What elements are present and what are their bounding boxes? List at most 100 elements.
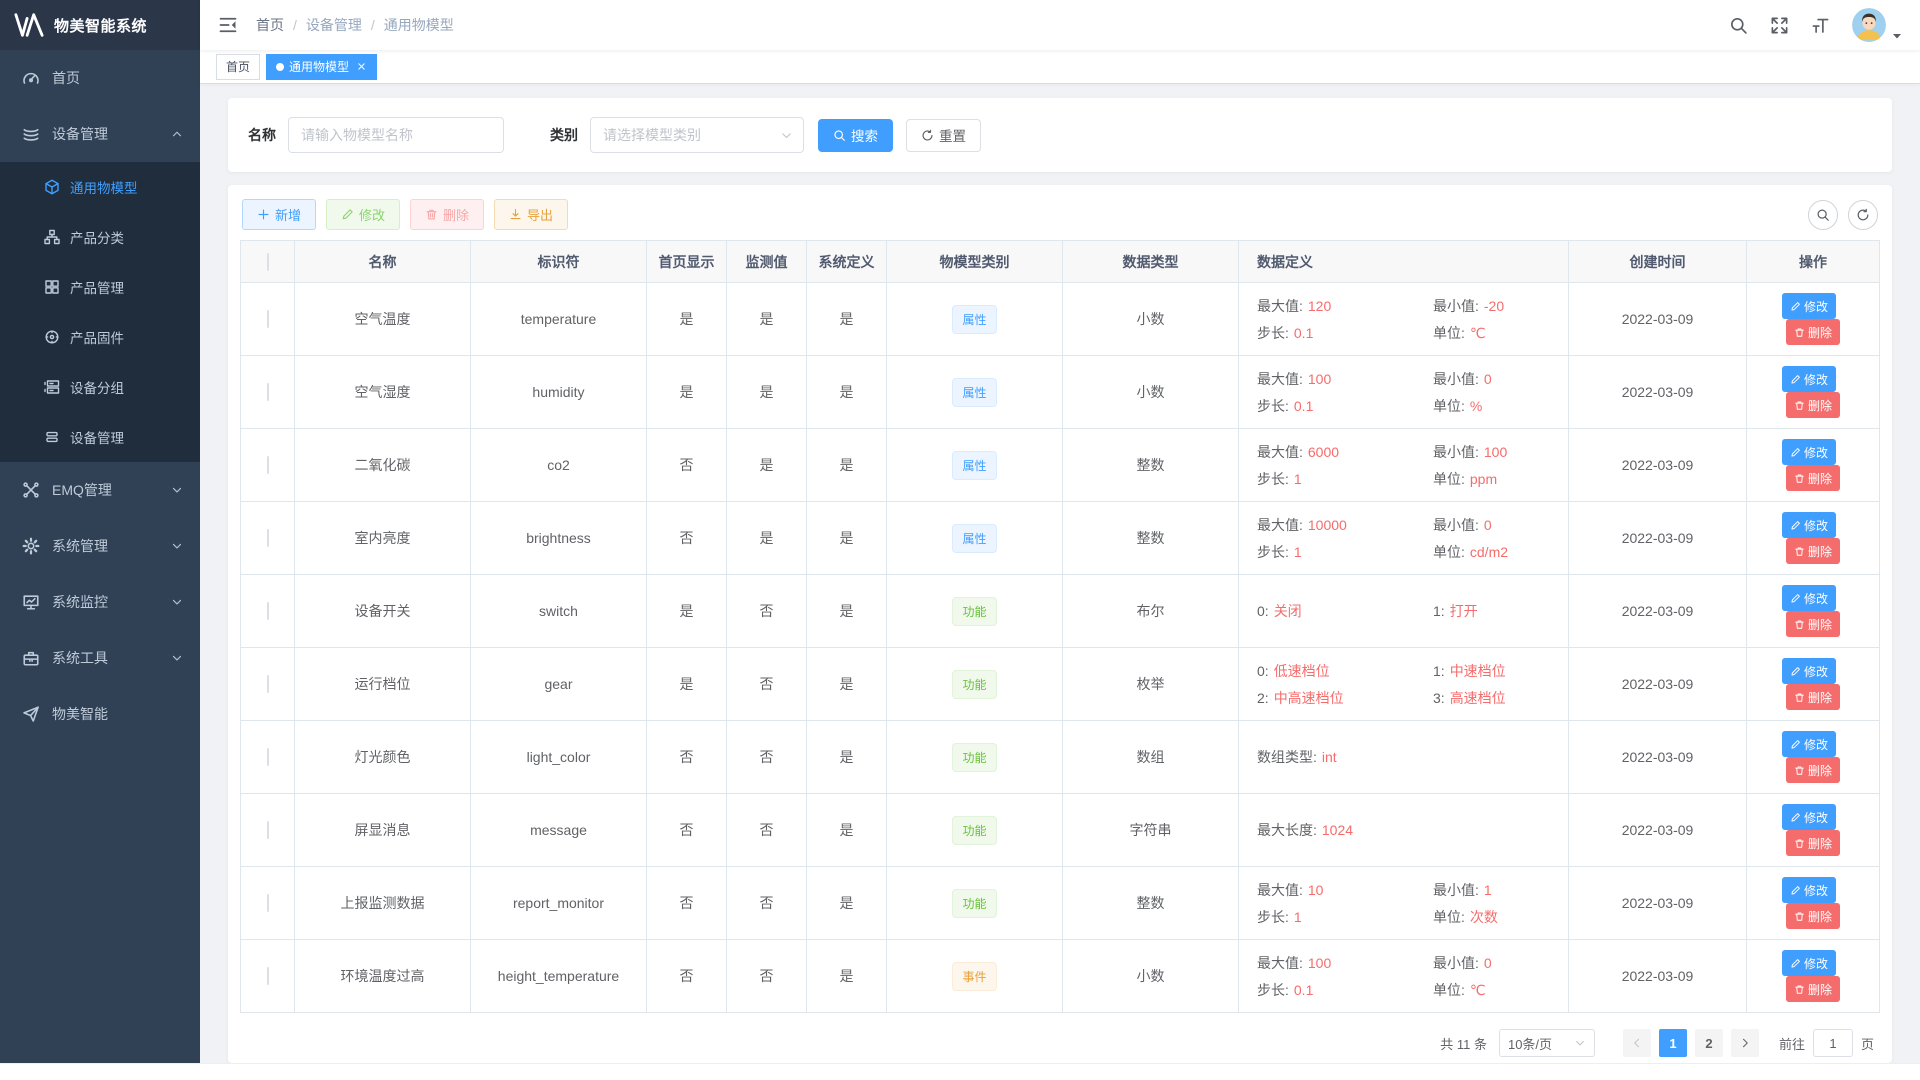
arrow-right-icon bbox=[1739, 1037, 1751, 1049]
avatar[interactable] bbox=[1852, 8, 1886, 42]
download-icon bbox=[509, 208, 522, 221]
sidebar-item[interactable]: 设备管理 bbox=[0, 106, 200, 162]
edit-row-button[interactable]: 修改 bbox=[1782, 950, 1836, 976]
sidebar-item[interactable]: EMQ管理 bbox=[0, 462, 200, 518]
delete-row-button[interactable]: 删除 bbox=[1786, 392, 1840, 418]
edit-row-button[interactable]: 修改 bbox=[1782, 512, 1836, 538]
category-filter-select[interactable]: 请选择模型类别 bbox=[590, 117, 804, 153]
delete-row-button[interactable]: 删除 bbox=[1786, 830, 1840, 856]
select-all-checkbox[interactable] bbox=[267, 253, 269, 271]
spec-label: 单位: bbox=[1433, 982, 1465, 998]
edit-row-button[interactable]: 修改 bbox=[1782, 731, 1836, 757]
breadcrumb-item[interactable]: 首页 bbox=[256, 15, 284, 35]
name-cell: 上报监测数据 bbox=[295, 867, 471, 940]
data-type-cell: 整数 bbox=[1063, 429, 1239, 502]
sidebar-item[interactable]: 首页 bbox=[0, 50, 200, 106]
row-checkbox[interactable] bbox=[267, 821, 269, 839]
search-button[interactable]: 搜索 bbox=[818, 119, 893, 152]
tag-view-item[interactable]: 首页 bbox=[216, 54, 260, 80]
goto-suffix: 页 bbox=[1861, 1034, 1874, 1053]
horizontal-scrollbar[interactable] bbox=[0, 1063, 1920, 1080]
add-button[interactable]: 新增 bbox=[242, 199, 316, 230]
row-checkbox[interactable] bbox=[267, 602, 269, 620]
page-size-select[interactable]: 10条/页 bbox=[1499, 1029, 1595, 1057]
system-defined-cell: 是 bbox=[807, 429, 887, 502]
page-button[interactable]: 1 bbox=[1659, 1029, 1687, 1057]
close-icon bbox=[356, 61, 367, 72]
edit-row-button[interactable]: 修改 bbox=[1782, 585, 1836, 611]
delete-row-button[interactable]: 删除 bbox=[1786, 538, 1840, 564]
home-display-cell: 否 bbox=[647, 721, 727, 794]
goto-page-input[interactable] bbox=[1813, 1029, 1853, 1057]
grid-icon bbox=[44, 279, 60, 295]
row-checkbox[interactable] bbox=[267, 748, 269, 766]
spec-value: 0 bbox=[1484, 517, 1492, 533]
row-checkbox[interactable] bbox=[267, 456, 269, 474]
row-checkbox[interactable] bbox=[267, 310, 269, 328]
spec-list: 最大值:120最小值:-20步长:0.1单位:℃ bbox=[1257, 296, 1560, 343]
delete-row-button[interactable]: 删除 bbox=[1786, 319, 1840, 345]
category-cell: 功能 bbox=[887, 648, 1063, 721]
firmware-icon bbox=[44, 329, 60, 345]
sidebar-item[interactable]: 系统监控 bbox=[0, 574, 200, 630]
sidebar-subitem[interactable]: 设备分组 bbox=[0, 362, 200, 412]
edit-row-label: 修改 bbox=[1804, 444, 1828, 461]
menu-fold-icon[interactable] bbox=[218, 15, 238, 35]
font-size-icon[interactable] bbox=[1811, 16, 1830, 35]
name-filter-input[interactable] bbox=[288, 117, 504, 153]
sidebar-item[interactable]: 物美智能 bbox=[0, 686, 200, 742]
data-type-cell: 整数 bbox=[1063, 867, 1239, 940]
row-checkbox[interactable] bbox=[267, 675, 269, 693]
delete-row-button[interactable]: 删除 bbox=[1786, 757, 1840, 783]
row-checkbox[interactable] bbox=[267, 967, 269, 985]
prev-page-button[interactable] bbox=[1623, 1029, 1651, 1057]
tag-view-item[interactable]: 通用物模型 bbox=[266, 54, 377, 80]
page-button[interactable]: 2 bbox=[1695, 1029, 1723, 1057]
edit-row-button[interactable]: 修改 bbox=[1782, 877, 1836, 903]
fullscreen-icon[interactable] bbox=[1770, 16, 1789, 35]
name-filter-label: 名称 bbox=[248, 125, 276, 145]
reset-button[interactable]: 重置 bbox=[906, 119, 981, 152]
edit-row-button[interactable]: 修改 bbox=[1782, 293, 1836, 319]
user-menu[interactable] bbox=[1852, 8, 1902, 42]
sidebar-subitem[interactable]: 通用物模型 bbox=[0, 162, 200, 212]
sidebar-item[interactable]: 系统工具 bbox=[0, 630, 200, 686]
chevron-down-icon bbox=[1574, 1037, 1586, 1049]
delete-button[interactable]: 删除 bbox=[410, 199, 484, 230]
search-icon[interactable] bbox=[1729, 16, 1748, 35]
edit-row-button[interactable]: 修改 bbox=[1782, 658, 1836, 684]
delete-row-button[interactable]: 删除 bbox=[1786, 465, 1840, 491]
breadcrumb-item[interactable]: 设备管理 bbox=[306, 15, 362, 35]
sidebar-subitem[interactable]: 产品管理 bbox=[0, 262, 200, 312]
row-checkbox[interactable] bbox=[267, 383, 269, 401]
sidebar-item[interactable]: 系统管理 bbox=[0, 518, 200, 574]
row-checkbox[interactable] bbox=[267, 894, 269, 912]
breadcrumb-item[interactable]: 通用物模型 bbox=[384, 15, 454, 35]
trash-icon bbox=[1794, 327, 1805, 338]
spec-label: 2: bbox=[1257, 690, 1269, 706]
delete-row-button[interactable]: 删除 bbox=[1786, 903, 1840, 929]
sidebar-item-label: 设备管理 bbox=[52, 124, 170, 144]
show-search-button[interactable] bbox=[1808, 200, 1838, 230]
edit-button[interactable]: 修改 bbox=[326, 199, 400, 230]
sidebar-subitem[interactable]: 产品分类 bbox=[0, 212, 200, 262]
edit-row-button[interactable]: 修改 bbox=[1782, 439, 1836, 465]
row-checkbox[interactable] bbox=[267, 529, 269, 547]
spec-label: 1: bbox=[1433, 603, 1445, 619]
identifier-cell: light_color bbox=[471, 721, 647, 794]
delete-row-button[interactable]: 删除 bbox=[1786, 611, 1840, 637]
sidebar-subitem[interactable]: 产品固件 bbox=[0, 312, 200, 362]
refresh-table-button[interactable] bbox=[1848, 200, 1878, 230]
delete-row-button[interactable]: 删除 bbox=[1786, 684, 1840, 710]
row-select-cell bbox=[241, 794, 295, 867]
sidebar-subitem[interactable]: 设备管理 bbox=[0, 412, 200, 462]
category-tag: 功能 bbox=[952, 670, 996, 699]
delete-row-button[interactable]: 删除 bbox=[1786, 976, 1840, 1002]
export-button[interactable]: 导出 bbox=[494, 199, 568, 230]
spec-item: 最大值:100 bbox=[1257, 369, 1331, 389]
chevron-down-icon bbox=[170, 539, 184, 553]
edit-row-button[interactable]: 修改 bbox=[1782, 804, 1836, 830]
edit-row-button[interactable]: 修改 bbox=[1782, 366, 1836, 392]
spec-label: 步长: bbox=[1257, 909, 1289, 925]
next-page-button[interactable] bbox=[1731, 1029, 1759, 1057]
